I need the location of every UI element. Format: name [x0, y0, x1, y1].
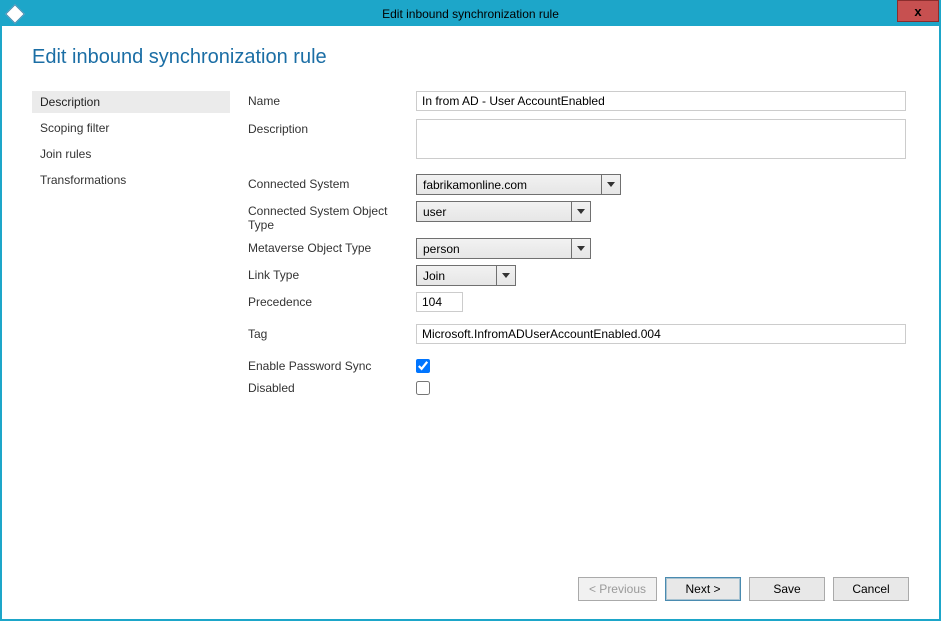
mv-object-type-combo[interactable]: person [416, 238, 591, 259]
combo-text: fabrikamonline.com [417, 175, 602, 194]
app-icon [5, 4, 25, 24]
label-mv-object-type: Metaverse Object Type [248, 238, 416, 255]
cancel-button[interactable]: Cancel [833, 577, 909, 601]
row-name: Name [248, 91, 909, 111]
cs-object-type-combo[interactable]: user [416, 201, 591, 222]
chevron-down-icon [602, 175, 620, 194]
sidebar-item-label: Join rules [40, 147, 91, 161]
row-connected-system: Connected System fabrikamonline.com [248, 174, 909, 195]
sidebar-item-transformations[interactable]: Transformations [32, 169, 230, 191]
disabled-checkbox[interactable] [416, 381, 430, 395]
label-description: Description [248, 119, 416, 136]
row-cs-object-type: Connected System Object Type user [248, 201, 909, 232]
chevron-down-icon [572, 202, 590, 221]
sidebar-item-label: Scoping filter [40, 121, 109, 135]
row-mv-object-type: Metaverse Object Type person [248, 238, 909, 259]
label-connected-system: Connected System [248, 174, 416, 191]
row-link-type: Link Type Join [248, 265, 909, 286]
footer: < Previous Next > Save Cancel [32, 563, 909, 619]
chevron-down-icon [572, 239, 590, 258]
sidebar-item-description[interactable]: Description [32, 91, 230, 113]
label-link-type: Link Type [248, 265, 416, 282]
name-input[interactable] [416, 91, 906, 111]
body-area: Description Scoping filter Join rules Tr… [32, 91, 909, 563]
dialog-window: Edit inbound synchronization rule x Edit… [0, 0, 941, 621]
label-cs-object-type: Connected System Object Type [248, 201, 416, 232]
enable-pwd-sync-checkbox[interactable] [416, 359, 430, 373]
row-tag: Tag [248, 324, 909, 344]
sidebar-item-label: Transformations [40, 173, 126, 187]
label-name: Name [248, 91, 416, 108]
combo-text: Join [417, 266, 497, 285]
sidebar-item-scoping-filter[interactable]: Scoping filter [32, 117, 230, 139]
form-area: Name Description Connected System [248, 91, 909, 563]
combo-text: user [417, 202, 572, 221]
sidebar-item-join-rules[interactable]: Join rules [32, 143, 230, 165]
tag-input[interactable] [416, 324, 906, 344]
description-input[interactable] [416, 119, 906, 159]
link-type-combo[interactable]: Join [416, 265, 516, 286]
page-title: Edit inbound synchronization rule [32, 46, 909, 69]
close-icon: x [914, 4, 921, 19]
row-precedence: Precedence [248, 292, 909, 312]
previous-button[interactable]: < Previous [578, 577, 657, 601]
chevron-down-icon [497, 266, 515, 285]
label-enable-pwd-sync: Enable Password Sync [248, 356, 416, 373]
precedence-input[interactable] [416, 292, 463, 312]
connected-system-combo[interactable]: fabrikamonline.com [416, 174, 621, 195]
label-tag: Tag [248, 324, 416, 341]
combo-text: person [417, 239, 572, 258]
window-title: Edit inbound synchronization rule [2, 7, 939, 21]
titlebar: Edit inbound synchronization rule x [2, 2, 939, 26]
close-button[interactable]: x [897, 0, 939, 22]
sidebar: Description Scoping filter Join rules Tr… [32, 91, 230, 563]
row-description: Description [248, 119, 909, 162]
content: Edit inbound synchronization rule Descri… [2, 26, 939, 619]
next-button[interactable]: Next > [665, 577, 741, 601]
row-disabled: Disabled [248, 378, 909, 398]
row-enable-pwd-sync: Enable Password Sync [248, 356, 909, 376]
label-disabled: Disabled [248, 378, 416, 395]
label-precedence: Precedence [248, 292, 416, 309]
sidebar-item-label: Description [40, 95, 100, 109]
save-button[interactable]: Save [749, 577, 825, 601]
